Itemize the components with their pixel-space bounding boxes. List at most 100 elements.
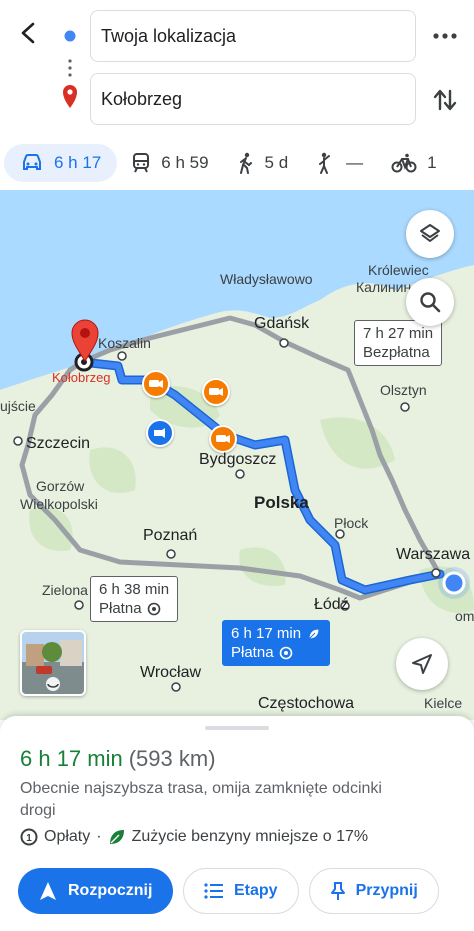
map-label-czestochowa: Częstochowa <box>258 695 355 712</box>
street-view-image <box>22 632 84 694</box>
destination-pin-icon <box>71 319 99 362</box>
speed-check-marker[interactable] <box>146 419 174 447</box>
map-label-warszawa: Warszawa <box>396 546 471 563</box>
map-label-olsztyn: Olsztyn <box>380 382 427 398</box>
info-separator: · <box>96 828 102 845</box>
alt-route-callout-2[interactable]: 6 h 38 min Płatna <box>90 576 179 622</box>
map-label-wielkopolski: Wielkopolski <box>20 496 98 512</box>
car-icon <box>23 154 41 170</box>
layers-icon <box>420 224 440 242</box>
map-label-kolobrzeg: Kołobrzeg <box>52 370 111 385</box>
tab-driving[interactable]: 6 h 17 <box>4 144 118 182</box>
navigation-icon <box>40 882 56 900</box>
map-label-plock: Płock <box>334 515 369 531</box>
swap-direction-button[interactable] <box>428 82 462 118</box>
layers-button[interactable] <box>406 210 454 258</box>
swap-vert-icon <box>433 89 457 111</box>
map-label-bydgoszcz: Bydgoszcz <box>199 451 277 468</box>
map-label-gorzow: Gorzów <box>36 478 85 494</box>
eco-label: Zużycie benzyny mniejsze o 17% <box>131 828 369 845</box>
back-button[interactable] <box>12 16 46 50</box>
route-description: Obecnie najszybsza trasa, omija zamknięt… <box>20 780 382 819</box>
main-route-toll: Płatna <box>231 644 274 661</box>
main-route-time-row: 6 h 17 min <box>231 624 321 643</box>
speed-camera-marker[interactable] <box>142 370 170 398</box>
tab-walking-label: 5 d <box>264 153 289 172</box>
speed-camera-marker[interactable] <box>202 378 230 406</box>
bike-icon <box>391 153 417 173</box>
walk-icon <box>239 152 252 174</box>
steps-button[interactable]: Etapy <box>183 868 299 914</box>
alt-route-2-toll-row: Płatna <box>99 599 169 618</box>
alt-route-2-toll: Płatna <box>99 600 142 617</box>
map-label-poznan: Poznań <box>143 527 198 544</box>
tab-walking[interactable]: 5 d <box>223 144 303 182</box>
alt-route-callout-1[interactable]: 7 h 27 min Bezpłatna <box>354 320 443 366</box>
pin-button[interactable]: Przypnij <box>308 868 439 914</box>
map-label-wladyslawowo: Władysławowo <box>220 271 313 287</box>
map-label-polska: Polska <box>254 493 309 512</box>
map-label-kaliningrad: Калинин <box>356 279 412 295</box>
origin-input[interactable]: Twoja lokalizacja <box>90 10 416 62</box>
sheet-drag-handle[interactable] <box>205 726 269 730</box>
route-duration: 6 h 17 min <box>20 746 123 771</box>
toll-icon <box>279 646 292 659</box>
start-button[interactable]: Rozpocznij <box>18 868 173 914</box>
svg-text:1: 1 <box>26 833 32 844</box>
travel-mode-tabs: 6 h 17 6 h 59 5 d — 1 <box>0 138 474 188</box>
pin-icon <box>330 882 345 900</box>
street-view-thumbnail[interactable] <box>20 630 86 696</box>
recenter-button[interactable] <box>396 638 448 690</box>
toll-icon <box>147 602 160 615</box>
tab-driving-label: 6 h 17 <box>54 153 102 172</box>
route-distance: (593 km) <box>128 746 216 771</box>
more-options-button[interactable] <box>425 20 465 52</box>
speed-check-icon <box>154 428 165 438</box>
train-icon <box>133 153 150 173</box>
map-label-ujscie: ujście <box>0 398 36 414</box>
main-route-toll-row: Płatna <box>231 643 321 662</box>
alt-route-2-time: 6 h 38 min <box>99 581 170 598</box>
navigation-arrow-icon <box>412 654 432 674</box>
route-time-distance: 6 h 17 min (593 km) <box>20 746 216 772</box>
directions-header: Twoja lokalizacja Kołobrzeg <box>0 0 474 136</box>
action-buttons: Rozpocznij Etapy Przypnij <box>18 868 439 914</box>
map-label-wroclaw: Wrocław <box>140 664 202 681</box>
origin-text: Twoja lokalizacja <box>101 25 237 46</box>
map-label-kielce: Kielce <box>424 695 463 711</box>
tab-ride-hailing-label: — <box>346 153 364 172</box>
destination-input[interactable]: Kołobrzeg <box>90 73 416 125</box>
map-label-om: om <box>455 608 474 624</box>
speed-camera-marker[interactable] <box>209 425 237 453</box>
main-route-callout[interactable]: 6 h 17 min Płatna <box>222 620 331 666</box>
main-route-time: 6 h 17 min <box>231 625 302 642</box>
map-label-gdansk: Gdańsk <box>254 315 310 332</box>
tab-transit-label: 6 h 59 <box>161 153 209 172</box>
map-label-lodz: Łódź <box>314 596 349 613</box>
ride-hailing-icon <box>319 152 331 174</box>
route-info-row: 1 Opłaty · Zużycie benzyny mniejsze o 17… <box>20 828 368 846</box>
route-connector-icon <box>63 29 77 108</box>
map-view[interactable]: Władysławowo Królewiec Калинин Gdańsk Ko… <box>0 190 474 720</box>
map-label-szczecin: Szczecin <box>26 435 91 452</box>
map-label-krolewiec: Królewiec <box>368 262 429 278</box>
tab-cycling[interactable]: 1 <box>377 144 450 182</box>
steps-button-label: Etapy <box>234 882 278 899</box>
leaf-icon <box>308 627 320 640</box>
alt-route-1-toll: Bezpłatna <box>363 344 430 361</box>
tab-ride-hailing[interactable]: — <box>302 144 377 182</box>
pin-button-label: Przypnij <box>355 882 418 899</box>
alt-route-1-time: 7 h 27 min <box>363 325 434 342</box>
search-icon <box>420 292 441 313</box>
search-along-route-button[interactable] <box>406 278 454 326</box>
camera-icon <box>209 388 223 396</box>
toll-icon: 1 <box>20 828 38 846</box>
camera-icon <box>216 435 230 443</box>
camera-icon <box>149 380 163 388</box>
start-button-label: Rozpocznij <box>68 882 153 899</box>
destination-text: Kołobrzeg <box>101 88 183 109</box>
map-label-zielona: Zielona <box>42 582 88 598</box>
map-label-koszalin: Koszalin <box>98 335 151 351</box>
leaf-icon <box>109 830 124 844</box>
tab-transit[interactable]: 6 h 59 <box>117 144 222 182</box>
